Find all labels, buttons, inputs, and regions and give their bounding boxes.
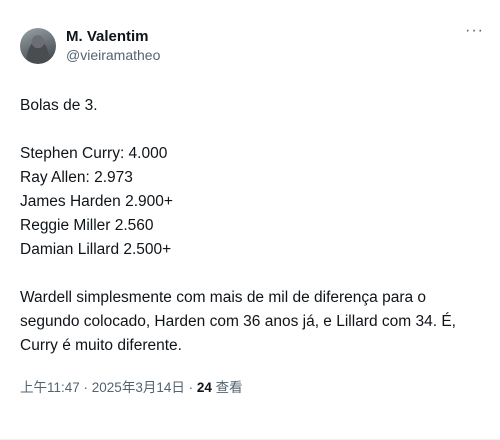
meta-separator: · (184, 380, 197, 395)
list-item: Stephen Curry: 4.000 (20, 145, 168, 162)
more-options-icon[interactable]: ··· (465, 22, 484, 40)
tweet-conclusion: Wardell simplesmente com mais de mil de … (20, 289, 456, 354)
list-item: Reggie Miller 2.560 (20, 217, 154, 234)
list-item: Ray Allen: 2.973 (20, 169, 133, 186)
author-info: M. Valentim @vieiramatheo (66, 27, 160, 65)
tweet-header: M. Valentim @vieiramatheo (20, 22, 482, 70)
author-handle[interactable]: @vieiramatheo (66, 46, 160, 65)
list-item: James Harden 2.900+ (20, 193, 173, 210)
avatar[interactable] (20, 28, 56, 64)
tweet-meta: 上午11:47 · 2025年3月14日 · 24 查看 (20, 376, 482, 396)
tweet-text: Bolas de 3. Stephen Curry: 4.000 Ray All… (20, 94, 482, 358)
tweet-card: M. Valentim @vieiramatheo ··· Bolas de 3… (0, 0, 500, 440)
author-display-name[interactable]: M. Valentim (66, 27, 160, 46)
tweet-date: 2025年3月14日 (91, 380, 185, 395)
views-label: 查看 (215, 380, 243, 395)
views-count: 24 (196, 380, 212, 395)
tweet-timestamp[interactable]: 上午11:47 · 2025年3月14日 (20, 380, 185, 395)
list-item: Damian Lillard 2.500+ (20, 241, 172, 258)
meta-separator: · (79, 380, 92, 395)
tweet-intro: Bolas de 3. (20, 97, 98, 114)
tweet-time: 上午11:47 (20, 380, 80, 395)
